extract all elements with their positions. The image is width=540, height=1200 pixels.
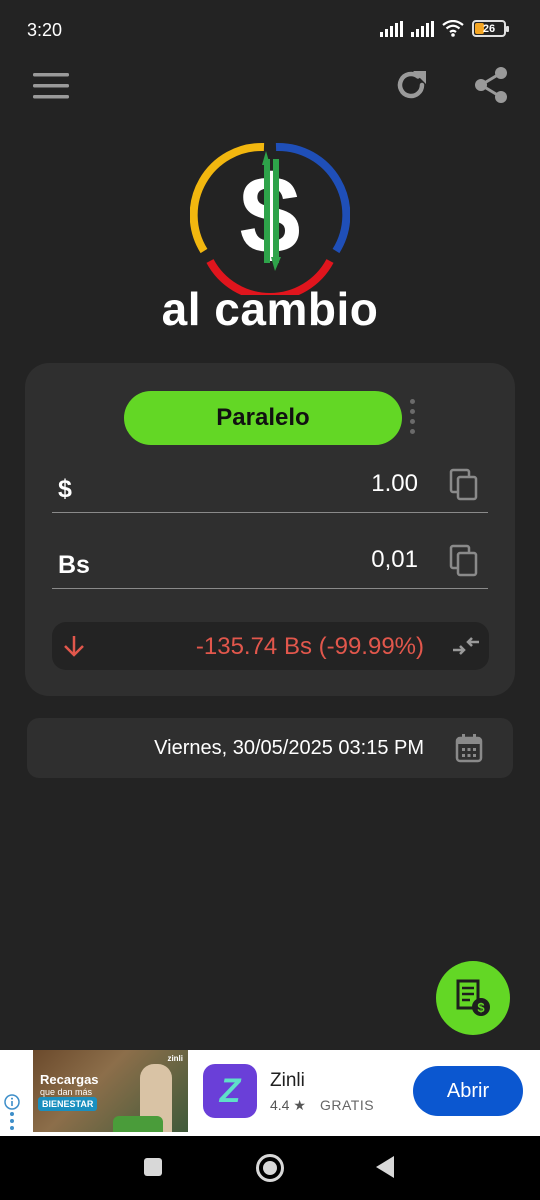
ad-app-name[interactable]: Zinli	[270, 1070, 305, 1092]
menu-button[interactable]	[28, 66, 74, 106]
home-icon[interactable]	[256, 1154, 284, 1182]
refresh-button[interactable]	[388, 62, 434, 108]
signal-icon	[380, 20, 403, 37]
ad-price: GRATIS	[320, 1097, 375, 1113]
share-button[interactable]	[468, 62, 514, 108]
ad-banner[interactable]: zinli Recargas que dan más BIENESTAR Z Z…	[0, 1050, 540, 1136]
share-icon	[475, 67, 507, 103]
ad-more-icon[interactable]	[10, 1112, 14, 1130]
ad-app-icon[interactable]: Z	[203, 1064, 257, 1118]
ad-rating: 4.4 ★	[270, 1097, 306, 1114]
ad-image-badge: BIENESTAR	[38, 1097, 98, 1111]
star-icon: ★	[293, 1097, 306, 1113]
converter-card: Paralelo $ 1.00 Bs 0,01 -135.74 Bs (-99.…	[25, 363, 515, 696]
arrow-down-icon	[64, 636, 84, 657]
svg-text:$: $	[477, 1000, 485, 1015]
ad-open-button[interactable]: Abrir	[413, 1066, 523, 1116]
bs-field[interactable]: Bs 0,01	[52, 539, 488, 589]
change-text: -135.74 Bs (-99.99%)	[195, 633, 424, 660]
system-nav-bar	[0, 1136, 540, 1200]
receipt-fab-button[interactable]: $	[436, 961, 510, 1035]
ad-image[interactable]: zinli Recargas que dan más BIENESTAR	[33, 1050, 188, 1132]
date-text: Viernes, 30/05/2025 03:15 PM	[154, 737, 424, 759]
copy-icon[interactable]	[448, 467, 482, 503]
bs-value[interactable]: 0,01	[371, 546, 418, 574]
ad-image-subtitle: que dan más	[40, 1087, 93, 1097]
change-row: -135.74 Bs (-99.99%)	[52, 622, 489, 670]
ad-image-logo: zinli	[167, 1054, 183, 1063]
swap-icon[interactable]	[451, 635, 481, 657]
battery-level: 26	[482, 22, 496, 35]
bs-symbol: Bs	[58, 551, 90, 579]
recents-icon[interactable]	[144, 1158, 162, 1176]
status-icons: 26	[380, 20, 509, 37]
info-icon[interactable]	[4, 1094, 20, 1110]
battery-icon: 26	[472, 20, 509, 37]
ad-rating-value: 4.4	[270, 1097, 290, 1113]
calendar-icon[interactable]	[455, 733, 483, 763]
copy-icon[interactable]	[448, 543, 482, 579]
date-row[interactable]: Viernes, 30/05/2025 03:15 PM	[27, 718, 513, 778]
usd-field[interactable]: $ 1.00	[52, 463, 488, 513]
status-bar: 3:20 26	[0, 0, 540, 60]
rate-type-button[interactable]: Paralelo	[124, 391, 402, 445]
back-icon[interactable]	[376, 1156, 394, 1178]
receipt-dollar-icon: $	[456, 979, 490, 1016]
status-time: 3:20	[27, 20, 63, 40]
signal-icon	[411, 20, 434, 37]
app-logo: $	[190, 142, 350, 295]
usd-symbol: $	[58, 475, 72, 503]
more-vert-icon[interactable]	[402, 391, 422, 441]
refresh-icon	[397, 71, 426, 99]
menu-icon	[33, 73, 69, 99]
ad-image-title: Recargas	[40, 1072, 99, 1087]
usd-value[interactable]: 1.00	[371, 470, 418, 498]
brand-name: al cambio	[161, 283, 379, 335]
wifi-icon	[442, 20, 464, 37]
